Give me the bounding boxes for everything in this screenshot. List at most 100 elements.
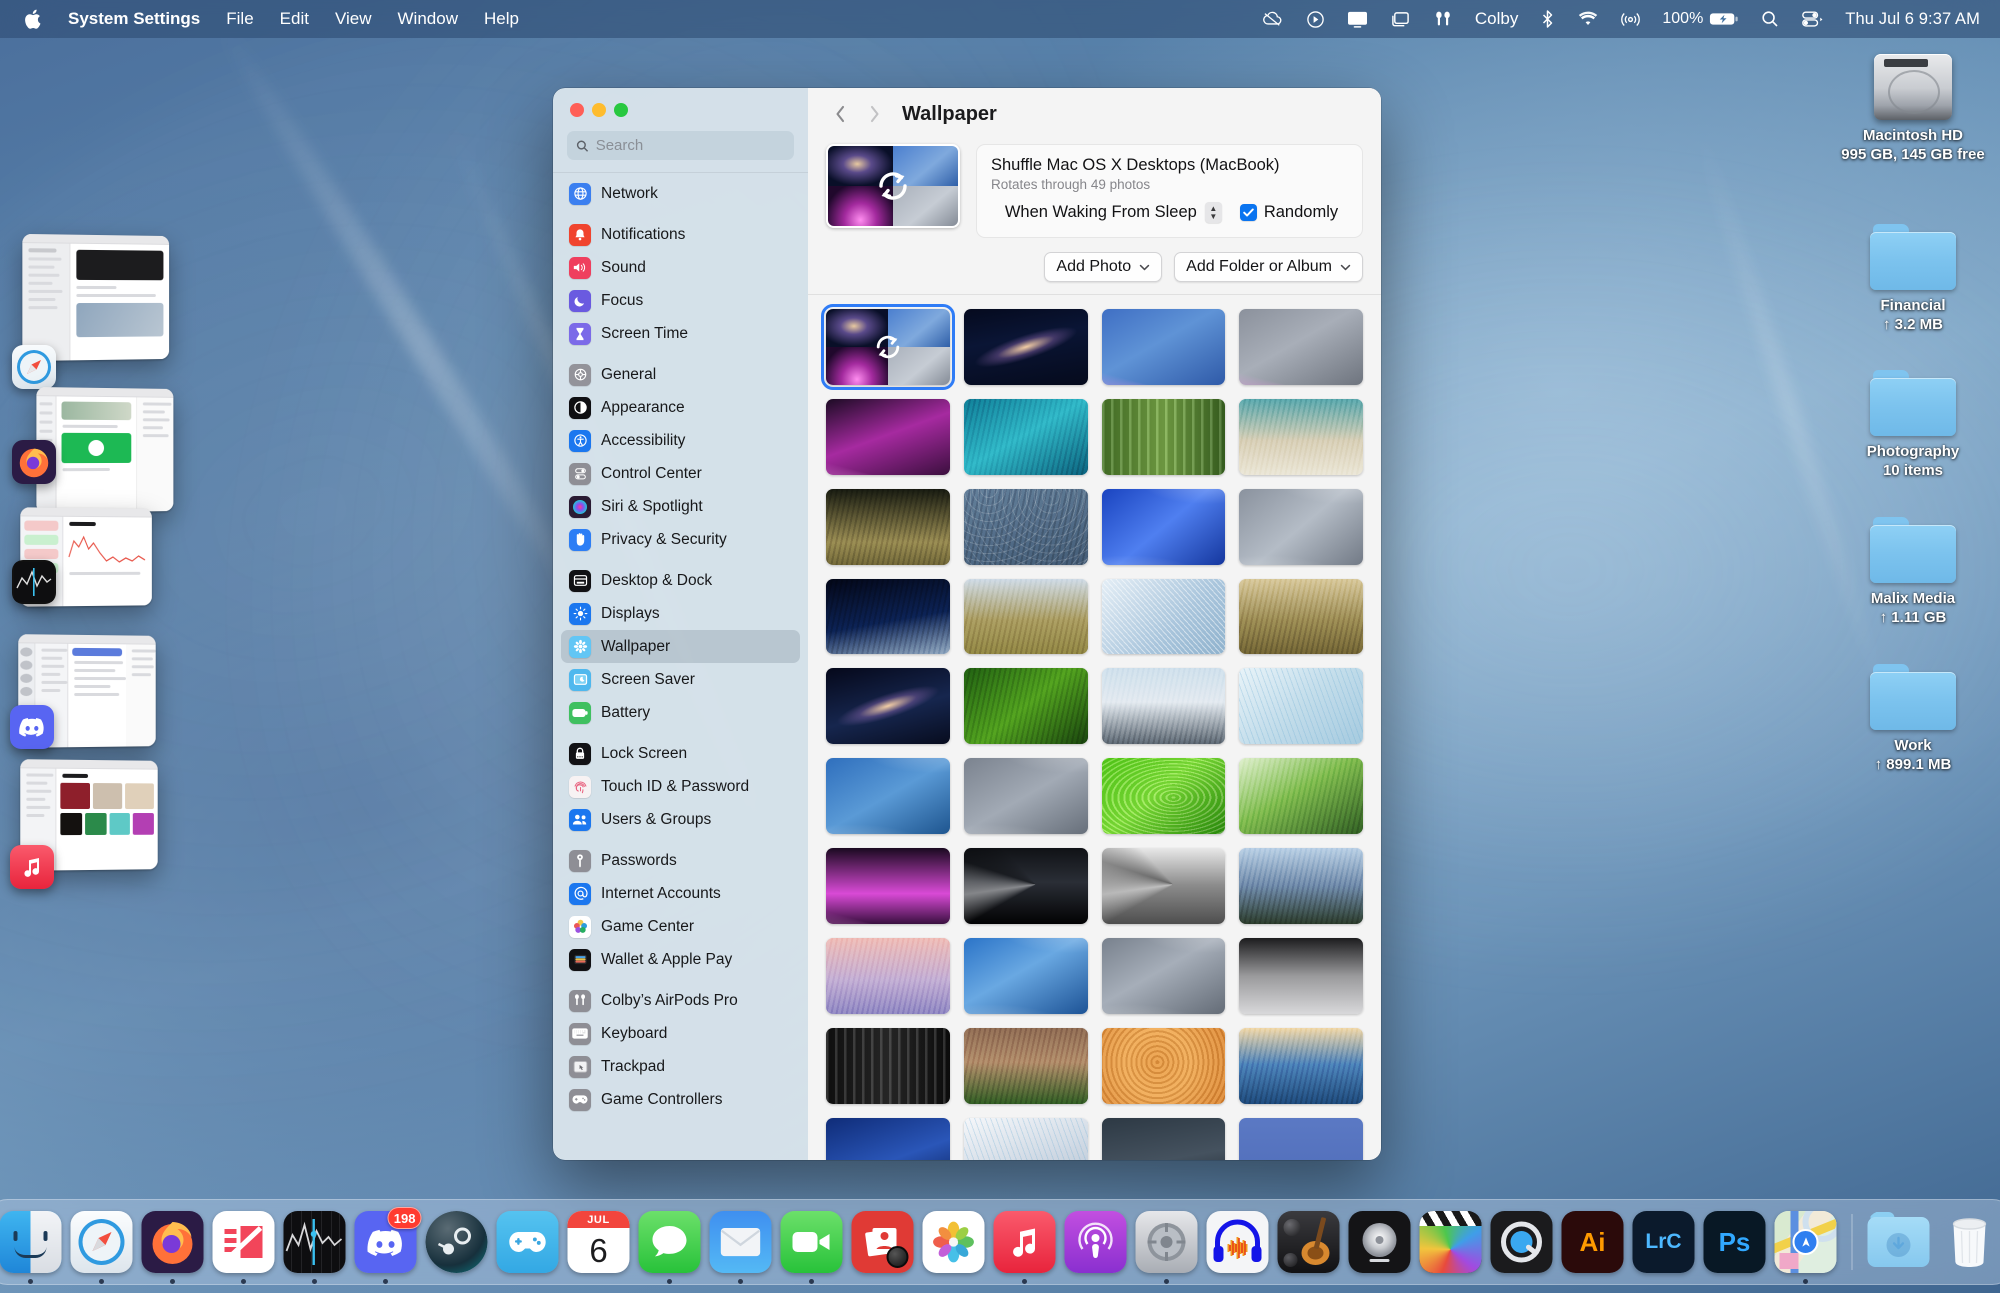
- shuffle-preview-thumbnail[interactable]: [826, 144, 960, 228]
- wallpaper-grid[interactable]: [821, 295, 1363, 1160]
- stocks-icon[interactable]: [12, 560, 56, 604]
- sidebar-item-battery[interactable]: Battery: [561, 696, 800, 729]
- wallpaper-thumbnail-bamboo[interactable]: [1101, 398, 1226, 475]
- wallpaper-thumbnail-milky-way-night[interactable]: [826, 668, 950, 745]
- close-button[interactable]: [570, 103, 584, 117]
- wallpaper-thumbnail-earth-horizon-moon[interactable]: [826, 578, 950, 655]
- desktop-icon-work[interactable]: Work ↑ 899.1 MB: [1838, 652, 1988, 774]
- settings-scroll-area[interactable]: Shuffle Mac OS X Desktops (MacBook) Rota…: [808, 140, 1381, 1160]
- dock-item-illustrator[interactable]: Ai: [1561, 1211, 1624, 1273]
- dock-item-safari[interactable]: [70, 1211, 133, 1284]
- display-icon[interactable]: [1336, 0, 1379, 38]
- dock-item-mail[interactable]: [709, 1211, 772, 1284]
- sidebar-item-sound[interactable]: Sound: [561, 251, 800, 284]
- wallpaper-thumbnail-dark-dunes[interactable]: [1101, 1117, 1226, 1160]
- wallpaper-thumbnail-blue-silk-curve[interactable]: [963, 937, 1088, 1014]
- dock-item-facetime[interactable]: [780, 1211, 843, 1284]
- wallpaper-thumbnail-blue-pond-aerial[interactable]: [963, 398, 1088, 475]
- dock-item-podcasts[interactable]: [1064, 1211, 1127, 1273]
- dock-item-calendar[interactable]: JUL 6: [567, 1211, 630, 1273]
- sidebar-item-passwords[interactable]: Passwords: [561, 844, 800, 877]
- airdrop-icon[interactable]: [1610, 0, 1651, 38]
- randomly-checkbox[interactable]: [1239, 204, 1257, 221]
- wallpaper-thumbnail-wheat-grass[interactable]: [826, 488, 950, 565]
- dock-item-steam[interactable]: [425, 1211, 488, 1273]
- desktop-icon-financial[interactable]: Financial ↑ 3.2 MB: [1838, 212, 1988, 334]
- add-folder-or-album-button[interactable]: Add Folder or Album: [1174, 252, 1363, 282]
- sidebar-item-touch-id-password[interactable]: Touch ID & Password: [561, 770, 800, 803]
- desktop-icon-malix-media[interactable]: Malix Media ↑ 1.11 GB: [1838, 505, 1988, 627]
- safari-icon[interactable]: [12, 345, 56, 389]
- dock-item-garageband[interactable]: [1277, 1211, 1340, 1273]
- wallpaper-thumbnail-bw-water-wing[interactable]: [1239, 937, 1363, 1014]
- dock-item-logic-pro[interactable]: [1348, 1211, 1411, 1273]
- wallpaper-thumbnail-lion-aurora-blue[interactable]: [1101, 309, 1226, 385]
- wallpaper-thumbnail-gray-silk-curve[interactable]: [1101, 937, 1226, 1014]
- dock-item-game-porting-toolkit[interactable]: [496, 1211, 559, 1273]
- wallpaper-thumbnail-shuffle-tile[interactable]: [821, 304, 955, 390]
- dock-item-photo-booth[interactable]: [851, 1211, 914, 1273]
- battery-status[interactable]: 100%: [1651, 0, 1750, 38]
- dock-item-maps[interactable]: [1774, 1211, 1837, 1284]
- wallpaper-thumbnail-blue-abstract-swirl[interactable]: [1101, 488, 1226, 565]
- minimize-button[interactable]: [592, 103, 606, 117]
- dock-item-finder[interactable]: [0, 1211, 62, 1284]
- search-input[interactable]: [595, 137, 785, 154]
- dock-item-music[interactable]: [993, 1211, 1056, 1284]
- dock-item-final-cut-pro[interactable]: [1419, 1211, 1482, 1273]
- wallpaper-thumbnail-solid-blue[interactable]: [1239, 1117, 1363, 1160]
- dock-item-firefox[interactable]: [141, 1211, 204, 1284]
- dock[interactable]: 198 JUL 6 Ai LrC Ps: [0, 1199, 2000, 1285]
- dock-item-photos[interactable]: [922, 1211, 985, 1273]
- sidebar-item-internet-accounts[interactable]: Internet Accounts: [561, 877, 800, 910]
- control-center-icon[interactable]: [1790, 0, 1834, 38]
- dock-item-discord[interactable]: 198: [354, 1207, 422, 1284]
- wallpaper-thumbnail-blue-ribbon-curve[interactable]: [826, 758, 950, 835]
- cloud-sync-icon[interactable]: [1251, 0, 1295, 38]
- dock-item-audacity[interactable]: [1206, 1211, 1269, 1273]
- wallpaper-thumbnail-andromeda-galaxy[interactable]: [963, 309, 1088, 385]
- sidebar-item-screen-time[interactable]: Screen Time: [561, 317, 800, 350]
- dock-item-news[interactable]: [212, 1211, 275, 1284]
- maximize-button[interactable]: [614, 103, 628, 117]
- sidebar-item-colby-s-airpods-pro[interactable]: Colby’s AirPods Pro: [561, 984, 800, 1017]
- dock-item-quicktime-player[interactable]: [1490, 1211, 1553, 1273]
- dock-item-photoshop[interactable]: Ps: [1703, 1211, 1766, 1273]
- wallpaper-thumbnail-white-silk[interactable]: [963, 1117, 1088, 1160]
- wallpaper-thumbnail-green-grass-dew[interactable]: [963, 668, 1088, 745]
- sidebar-item-accessibility[interactable]: Accessibility: [561, 424, 800, 457]
- wallpaper-thumbnail-gray-abstract-swirl[interactable]: [1239, 488, 1363, 565]
- music-icon[interactable]: [10, 845, 54, 889]
- sidebar-item-control-center[interactable]: Control Center: [561, 457, 800, 490]
- chevron-right-icon[interactable]: [860, 100, 888, 128]
- sidebar-item-list[interactable]: Network Notifications Sound Focus Screen Tim…: [553, 172, 808, 1160]
- sidebar-item-wallet-apple-pay[interactable]: Wallet & Apple Pay: [561, 943, 800, 976]
- dock-item-downloads[interactable]: [1867, 1211, 1930, 1273]
- dock-item-system-settings[interactable]: [1135, 1211, 1198, 1284]
- menu-item-view[interactable]: View: [322, 0, 385, 38]
- chevron-left-icon[interactable]: [826, 100, 854, 128]
- wallpaper-thumbnail-wood-rings[interactable]: [1101, 1027, 1226, 1104]
- sidebar-item-displays[interactable]: Displays: [561, 597, 800, 630]
- sidebar-item-game-controllers[interactable]: Game Controllers: [561, 1083, 800, 1116]
- sidebar-item-notifications[interactable]: Notifications: [561, 218, 800, 251]
- wifi-icon[interactable]: [1566, 0, 1610, 38]
- dock-item-lightroom-classic[interactable]: LrC: [1632, 1211, 1695, 1273]
- sidebar-item-screen-saver[interactable]: Screen Saver: [561, 663, 800, 696]
- dock-item-stocks[interactable]: [283, 1211, 346, 1284]
- wallpaper-thumbnail-aurora-pink[interactable]: [826, 848, 950, 924]
- discord-icon[interactable]: [10, 705, 54, 749]
- wallpaper-thumbnail-lion-aurora-graphite[interactable]: [1239, 309, 1363, 385]
- menu-item-system-settings[interactable]: System Settings: [55, 0, 213, 38]
- stage-manager-icon[interactable]: [1379, 0, 1422, 38]
- wallpaper-thumbnail-ocean-wave[interactable]: [1239, 1027, 1363, 1104]
- wallpaper-thumbnail-bw-sunburst-clouds[interactable]: [1101, 848, 1226, 924]
- sidebar-item-wallpaper[interactable]: Wallpaper: [561, 630, 800, 663]
- sidebar-item-game-center[interactable]: Game Center: [561, 910, 800, 943]
- bluetooth-icon[interactable]: [1529, 0, 1566, 38]
- search-box[interactable]: [567, 131, 794, 160]
- sidebar-item-siri-spotlight[interactable]: Siri & Spotlight: [561, 490, 800, 523]
- menu-item-window[interactable]: Window: [385, 0, 471, 38]
- wallpaper-thumbnail-blue-mesh-gradient[interactable]: [1101, 578, 1226, 655]
- sidebar-item-privacy-security[interactable]: Privacy & Security: [561, 523, 800, 556]
